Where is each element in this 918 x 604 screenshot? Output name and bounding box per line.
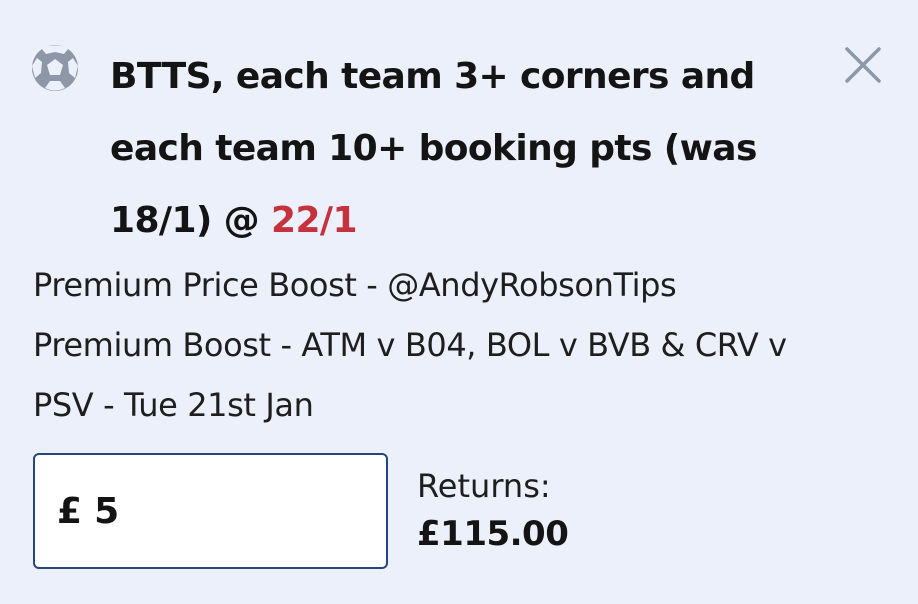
- market-line-2: Premium Boost - ATM v B04, BOL v BVB & C…: [33, 326, 787, 364]
- boosted-odds: 22/1: [271, 200, 358, 241]
- selection-description: BTTS, each team 3+ corners and each team…: [110, 56, 757, 241]
- stake-value: 5: [94, 490, 120, 532]
- market-line-3: PSV - Tue 21st Jan: [33, 386, 314, 424]
- bet-slip-card: BTTS, each team 3+ corners and each team…: [0, 0, 918, 604]
- market-name: Premium Price Boost - @AndyRobsonTips Pr…: [33, 255, 893, 435]
- stake-input[interactable]: £ 5: [33, 453, 388, 569]
- returns-label: Returns:: [417, 467, 551, 505]
- selection-title: BTTS, each team 3+ corners and each team…: [110, 41, 800, 257]
- close-icon[interactable]: [838, 40, 888, 90]
- returns: Returns: £115.00: [417, 462, 569, 558]
- returns-value: £115.00: [417, 514, 569, 554]
- market-line-1: Premium Price Boost - @AndyRobsonTips: [33, 266, 677, 304]
- football-icon: [32, 45, 78, 91]
- stake-currency: £: [57, 490, 83, 532]
